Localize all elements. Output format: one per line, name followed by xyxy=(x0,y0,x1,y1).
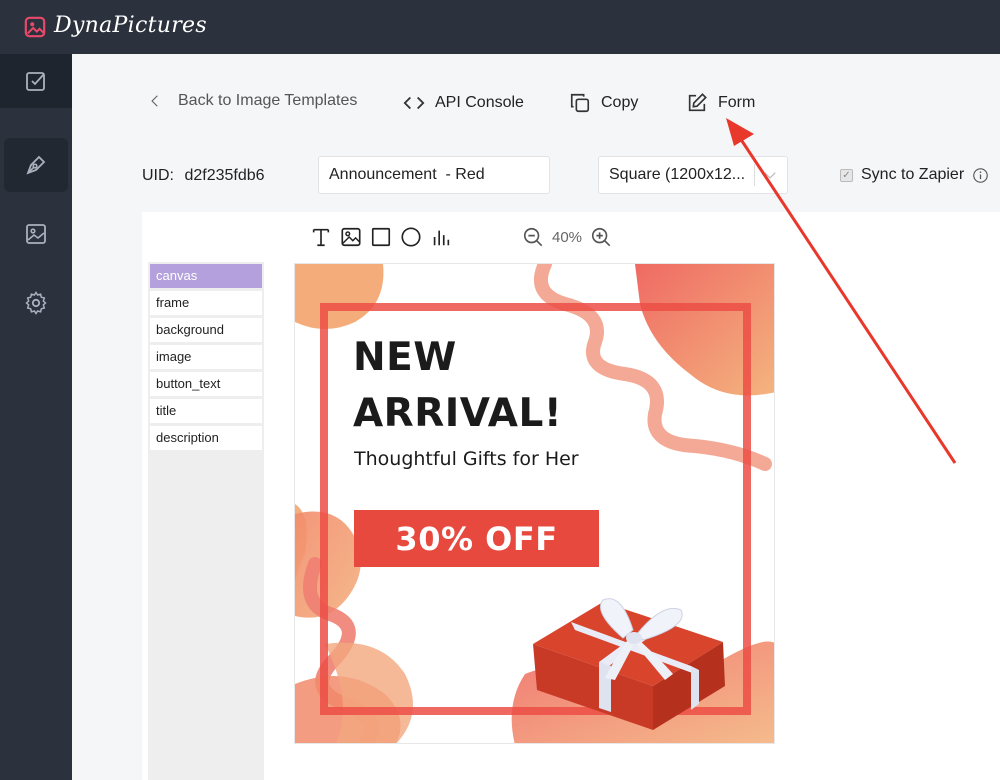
design-canvas[interactable]: NEW ARRIVAL! Thoughtful Gifts for Her 30… xyxy=(294,263,775,744)
form-button[interactable]: Form xyxy=(686,92,755,114)
rectangle-tool-button[interactable] xyxy=(370,226,392,248)
headline-line-1: NEW xyxy=(353,335,457,380)
select-divider xyxy=(754,164,755,186)
layer-item-description[interactable]: description xyxy=(150,426,262,450)
rectangle-tool-icon xyxy=(371,227,391,247)
back-to-templates-link[interactable]: Back to Image Templates xyxy=(148,92,357,110)
uid-label: UID: xyxy=(142,167,174,184)
info-icon[interactable] xyxy=(972,167,989,184)
layer-item-canvas[interactable]: canvas xyxy=(150,264,262,288)
sync-label: Sync to Zapier xyxy=(861,166,965,183)
back-link-label: Back to Image Templates xyxy=(178,92,358,109)
zoom-controls: 40% xyxy=(522,226,612,248)
image-icon xyxy=(26,224,46,244)
edit-icon xyxy=(688,93,707,112)
sync-to-zapier: ✓ Sync to Zapier xyxy=(840,166,989,184)
zoom-out-icon[interactable] xyxy=(522,226,544,248)
logo-icon xyxy=(24,16,46,38)
sidebar-item-images[interactable] xyxy=(0,207,72,261)
circle-tool-button[interactable] xyxy=(400,226,422,248)
layer-item-button-text[interactable]: button_text xyxy=(150,372,262,396)
canvas-offer-badge: 30% OFF xyxy=(354,510,599,567)
gift-box-image xyxy=(533,598,725,730)
size-select[interactable]: Square (1200x12... xyxy=(598,156,788,194)
copy-icon xyxy=(570,93,590,113)
editor-panel: 40% canvas frame background image button… xyxy=(142,212,1000,780)
element-tools xyxy=(310,226,452,248)
gear-icon xyxy=(25,291,47,315)
layer-item-frame[interactable]: frame xyxy=(150,291,262,315)
sidebar xyxy=(0,54,72,780)
layers-panel: canvas frame background image button_tex… xyxy=(148,262,264,780)
text-tool-button[interactable] xyxy=(310,226,332,248)
code-icon xyxy=(403,96,425,110)
uid-display: UID: d2f235fdb6 xyxy=(142,167,265,185)
checklist-icon xyxy=(26,72,45,91)
chart-tool-button[interactable] xyxy=(430,226,452,248)
copy-button[interactable]: Copy xyxy=(569,92,638,114)
size-select-value: Square (1200x12... xyxy=(609,166,746,183)
sidebar-item-design[interactable] xyxy=(4,138,68,192)
layer-item-background[interactable]: background xyxy=(150,318,262,342)
chevron-left-icon xyxy=(151,95,158,107)
app-logo-text[interactable]: DynaPictures xyxy=(54,13,207,38)
headline-line-2: ARRIVAL! xyxy=(353,391,563,436)
canvas-subtitle: Thoughtful Gifts for Her xyxy=(354,448,579,470)
main-area: Back to Image Templates API Console Copy… xyxy=(72,54,1000,780)
image-tool-button[interactable] xyxy=(340,226,362,248)
sync-checkbox[interactable]: ✓ xyxy=(840,168,853,182)
layer-item-title[interactable]: title xyxy=(150,399,262,423)
sidebar-item-tasks[interactable] xyxy=(0,54,72,108)
uid-value: d2f235fdb6 xyxy=(184,167,265,184)
image-tool-icon xyxy=(341,227,361,247)
pen-nib-icon xyxy=(26,155,46,175)
api-console-button[interactable]: API Console xyxy=(403,92,524,114)
zoom-in-icon[interactable] xyxy=(590,226,612,248)
top-bar: DynaPictures xyxy=(0,0,1000,54)
circle-tool-icon xyxy=(401,227,421,247)
chevron-down-icon xyxy=(764,172,776,179)
layer-item-image[interactable]: image xyxy=(150,345,262,369)
template-name-input[interactable] xyxy=(318,156,550,194)
text-tool-icon xyxy=(312,228,330,247)
sidebar-item-settings[interactable] xyxy=(0,276,72,330)
api-console-label: API Console xyxy=(435,94,524,111)
zoom-level: 40% xyxy=(552,228,583,246)
copy-label: Copy xyxy=(601,94,639,111)
canvas-headline: NEW ARRIVAL! xyxy=(353,330,562,442)
form-label: Form xyxy=(718,94,756,111)
chart-tool-icon xyxy=(433,230,450,246)
